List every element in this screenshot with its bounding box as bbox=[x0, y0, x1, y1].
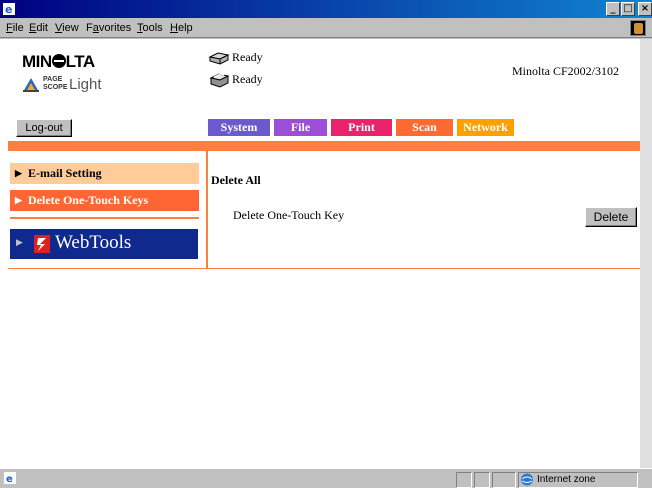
tab-print[interactable]: Print bbox=[331, 119, 392, 136]
menu-file[interactable]: File bbox=[6, 22, 24, 34]
status-cell bbox=[492, 472, 516, 488]
logout-button[interactable]: Log-out bbox=[16, 119, 72, 137]
tab-scan[interactable]: Scan bbox=[396, 119, 453, 136]
tab-system[interactable]: System bbox=[208, 119, 270, 136]
menu-bar: File Edit View Favorites Tools Help bbox=[0, 18, 652, 38]
ie-page-icon: e bbox=[4, 472, 16, 484]
sidebar-divider bbox=[206, 151, 208, 268]
pagescope-icon bbox=[23, 78, 39, 92]
svg-text:e: e bbox=[6, 474, 13, 484]
status-cell bbox=[456, 472, 472, 488]
minimize-button[interactable]: _ bbox=[606, 2, 620, 16]
svg-text:e: e bbox=[5, 3, 12, 16]
page-title: Delete All bbox=[211, 173, 261, 187]
close-button[interactable]: × bbox=[638, 2, 652, 16]
sidebar-item-email-setting[interactable]: ▶ E-mail Setting bbox=[10, 163, 199, 184]
scanner-icon bbox=[208, 52, 230, 65]
printer-icon bbox=[209, 73, 230, 88]
menu-edit[interactable]: Edit bbox=[29, 22, 48, 34]
menu-tools[interactable]: Tools bbox=[137, 22, 163, 34]
windows-logo-icon bbox=[630, 20, 646, 36]
minolta-logo: MIN LTA bbox=[22, 52, 95, 71]
title-bar: e _ □ × bbox=[0, 0, 652, 18]
menu-view[interactable]: View bbox=[55, 22, 79, 34]
menu-help[interactable]: Help bbox=[170, 22, 193, 34]
sidebar-item-delete-one-touch-keys[interactable]: ▶ Delete One-Touch Keys bbox=[10, 190, 199, 211]
arrow-right-icon: ▶ bbox=[15, 168, 22, 178]
status-cell bbox=[474, 472, 490, 488]
header-divider bbox=[8, 141, 641, 151]
status-bar: e Internet zone bbox=[0, 468, 652, 488]
ie-icon: e bbox=[3, 3, 15, 16]
webtools-link[interactable]: ▶ WebTools bbox=[10, 229, 198, 259]
globe-icon bbox=[521, 473, 533, 486]
device-model: Minolta CF2002/3102 bbox=[512, 64, 620, 78]
arrow-right-icon: ▶ bbox=[15, 195, 22, 205]
arrow-right-icon: ▶ bbox=[16, 237, 23, 247]
sidebar-separator bbox=[10, 217, 199, 219]
fiery-icon bbox=[34, 235, 50, 253]
tab-network[interactable]: Network bbox=[457, 119, 514, 136]
page-content: MIN LTA PAGE SCOPE Light Ready Ready Mino… bbox=[0, 39, 652, 468]
vertical-scrollbar[interactable] bbox=[640, 39, 652, 468]
delete-button[interactable]: Delete bbox=[585, 207, 637, 227]
menu-favorites[interactable]: Favorites bbox=[86, 22, 131, 34]
tab-file[interactable]: File bbox=[274, 119, 327, 136]
maximize-button[interactable]: □ bbox=[621, 2, 635, 16]
delete-one-touch-label: Delete One-Touch Key bbox=[233, 208, 345, 222]
content-bottom-divider bbox=[8, 268, 641, 269]
